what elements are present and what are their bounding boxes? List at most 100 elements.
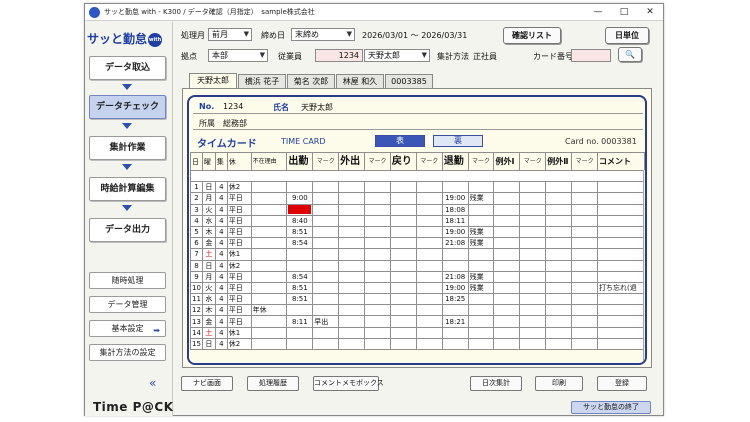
cell-exception-2[interactable]: [545, 259, 573, 272]
vertical-scrollbar[interactable]: [643, 170, 645, 363]
cell-return-mark[interactable]: [415, 237, 443, 250]
cell-exception-2[interactable]: [545, 214, 573, 227]
cell-exception-2[interactable]: [545, 281, 573, 295]
cell-exception-1[interactable]: [493, 315, 521, 328]
table-row[interactable]: 3 火 4 平日 18:08: [190, 203, 645, 216]
cell-dow[interactable]: 水: [201, 293, 216, 306]
cell-exception-1[interactable]: [493, 214, 521, 227]
cell-comment[interactable]: [597, 270, 645, 283]
cell-clock-in[interactable]: [286, 203, 314, 216]
cell-go-out-mark[interactable]: [364, 270, 391, 283]
close-button[interactable]: ✕: [639, 5, 661, 19]
cell-return[interactable]: [389, 203, 417, 216]
cell-clock-in-mark[interactable]: [312, 270, 340, 283]
tab-employee-4[interactable]: 林屋 和久: [336, 74, 384, 88]
cell-day[interactable]: 7: [190, 248, 203, 261]
cell-comment[interactable]: [597, 293, 645, 306]
cell-go-out[interactable]: [338, 337, 366, 351]
cell-exception-2-mark[interactable]: [571, 237, 599, 250]
cell-exception-2-mark[interactable]: [571, 293, 599, 306]
cell-clock-in-mark[interactable]: [312, 214, 340, 227]
cell-day[interactable]: 8: [190, 259, 203, 272]
cell-exception-1[interactable]: [493, 259, 521, 272]
cell-clock-out-mark[interactable]: [467, 181, 495, 194]
cell-clock-in-mark[interactable]: [312, 192, 340, 205]
cell-dow[interactable]: 日: [201, 337, 216, 351]
cell-return[interactable]: [389, 237, 417, 250]
cell-return-mark[interactable]: [415, 293, 443, 306]
cell-absence[interactable]: [250, 270, 288, 283]
tab-employee-3[interactable]: 菊名 次郎: [287, 74, 335, 88]
cell-agg[interactable]: 4: [214, 248, 228, 261]
cell-absence[interactable]: [250, 337, 288, 351]
cell-clock-in[interactable]: 8:51: [286, 281, 314, 295]
cell-return-mark[interactable]: [415, 281, 443, 295]
cell-absence[interactable]: [250, 181, 288, 194]
step-hourly-edit[interactable]: 時給計算編集: [89, 177, 166, 201]
cell-agg[interactable]: 4: [214, 304, 228, 317]
cell-clock-in[interactable]: [286, 326, 314, 339]
minimize-button[interactable]: —: [587, 5, 609, 19]
cell-return[interactable]: [389, 192, 417, 205]
cell-clock-out[interactable]: [441, 326, 469, 339]
cell-rest[interactable]: 平日: [226, 214, 252, 227]
cell-go-out[interactable]: [338, 214, 366, 227]
cell-clock-in-mark[interactable]: [312, 337, 340, 351]
cell-exception-1[interactable]: [493, 192, 521, 205]
maximize-button[interactable]: □: [613, 5, 635, 19]
cell-clock-out-mark[interactable]: 残業: [467, 225, 495, 239]
cell-clock-in[interactable]: 8:54: [286, 270, 314, 283]
table-row[interactable]: 7 土 4 休1: [190, 248, 645, 261]
table-row[interactable]: 15 日 4 休2: [190, 337, 645, 351]
site-select[interactable]: 本部 ▼: [208, 49, 268, 62]
cell-clock-out-mark[interactable]: 残業: [467, 192, 495, 205]
tab-employee-5[interactable]: 0003385: [385, 74, 433, 88]
cell-go-out-mark[interactable]: [364, 237, 391, 250]
cell-clock-out[interactable]: 21:08: [441, 270, 469, 283]
cell-agg[interactable]: 4: [214, 326, 228, 339]
cell-clock-out-mark[interactable]: [467, 248, 495, 261]
adhoc-process-button[interactable]: 随時処理: [89, 272, 166, 289]
employee-name-select[interactable]: 天野太郎 ▼: [364, 49, 430, 62]
cell-dow[interactable]: 木: [201, 225, 216, 239]
cell-clock-in-mark[interactable]: [312, 203, 340, 216]
cell-absence[interactable]: [250, 237, 288, 250]
cell-clock-in[interactable]: [286, 304, 314, 317]
cell-exception-2[interactable]: [545, 248, 573, 261]
cell-go-out[interactable]: [338, 315, 366, 328]
cell-clock-out-mark[interactable]: [467, 214, 495, 227]
cell-absence[interactable]: [250, 225, 288, 239]
cell-agg[interactable]: 4: [214, 315, 228, 328]
cell-exception-1-mark[interactable]: [519, 181, 547, 194]
cell-exception-1-mark[interactable]: [519, 259, 547, 272]
cell-exception-2[interactable]: [545, 304, 573, 317]
cell-exception-1-mark[interactable]: [519, 304, 547, 317]
front-side-button[interactable]: 表: [375, 135, 425, 147]
cell-clock-in[interactable]: 9:00: [286, 192, 314, 205]
cell-return-mark[interactable]: [415, 259, 443, 272]
cell-clock-out[interactable]: 19:00: [441, 281, 469, 295]
cell-clock-out[interactable]: 19:00: [441, 225, 469, 239]
cell-comment[interactable]: [597, 304, 645, 317]
cell-return[interactable]: [389, 214, 417, 227]
cell-agg[interactable]: 4: [214, 181, 228, 194]
cell-exception-2-mark[interactable]: [571, 304, 599, 317]
table-row[interactable]: 6 金 4 平日 8:54 21:08 残業: [190, 237, 645, 250]
cell-return-mark[interactable]: [415, 225, 443, 239]
cell-go-out[interactable]: [338, 281, 366, 295]
cell-clock-out-mark[interactable]: 残業: [467, 281, 495, 295]
cell-clock-in[interactable]: 8:40: [286, 214, 314, 227]
cell-return[interactable]: [389, 337, 417, 351]
cell-agg[interactable]: 4: [214, 237, 228, 250]
cell-clock-out-mark[interactable]: [467, 326, 495, 339]
cell-clock-in[interactable]: [286, 259, 314, 272]
cell-clock-in[interactable]: 8:11: [286, 315, 314, 328]
cell-rest[interactable]: 平日: [226, 225, 252, 239]
cell-rest[interactable]: 平日: [226, 192, 252, 205]
cell-exception-1[interactable]: [493, 326, 521, 339]
cell-go-out[interactable]: [338, 304, 366, 317]
tab-employee-2[interactable]: 横浜 花子: [238, 74, 286, 88]
cell-rest[interactable]: 平日: [226, 304, 252, 317]
cell-exception-1-mark[interactable]: [519, 337, 547, 351]
cell-return[interactable]: [389, 304, 417, 317]
